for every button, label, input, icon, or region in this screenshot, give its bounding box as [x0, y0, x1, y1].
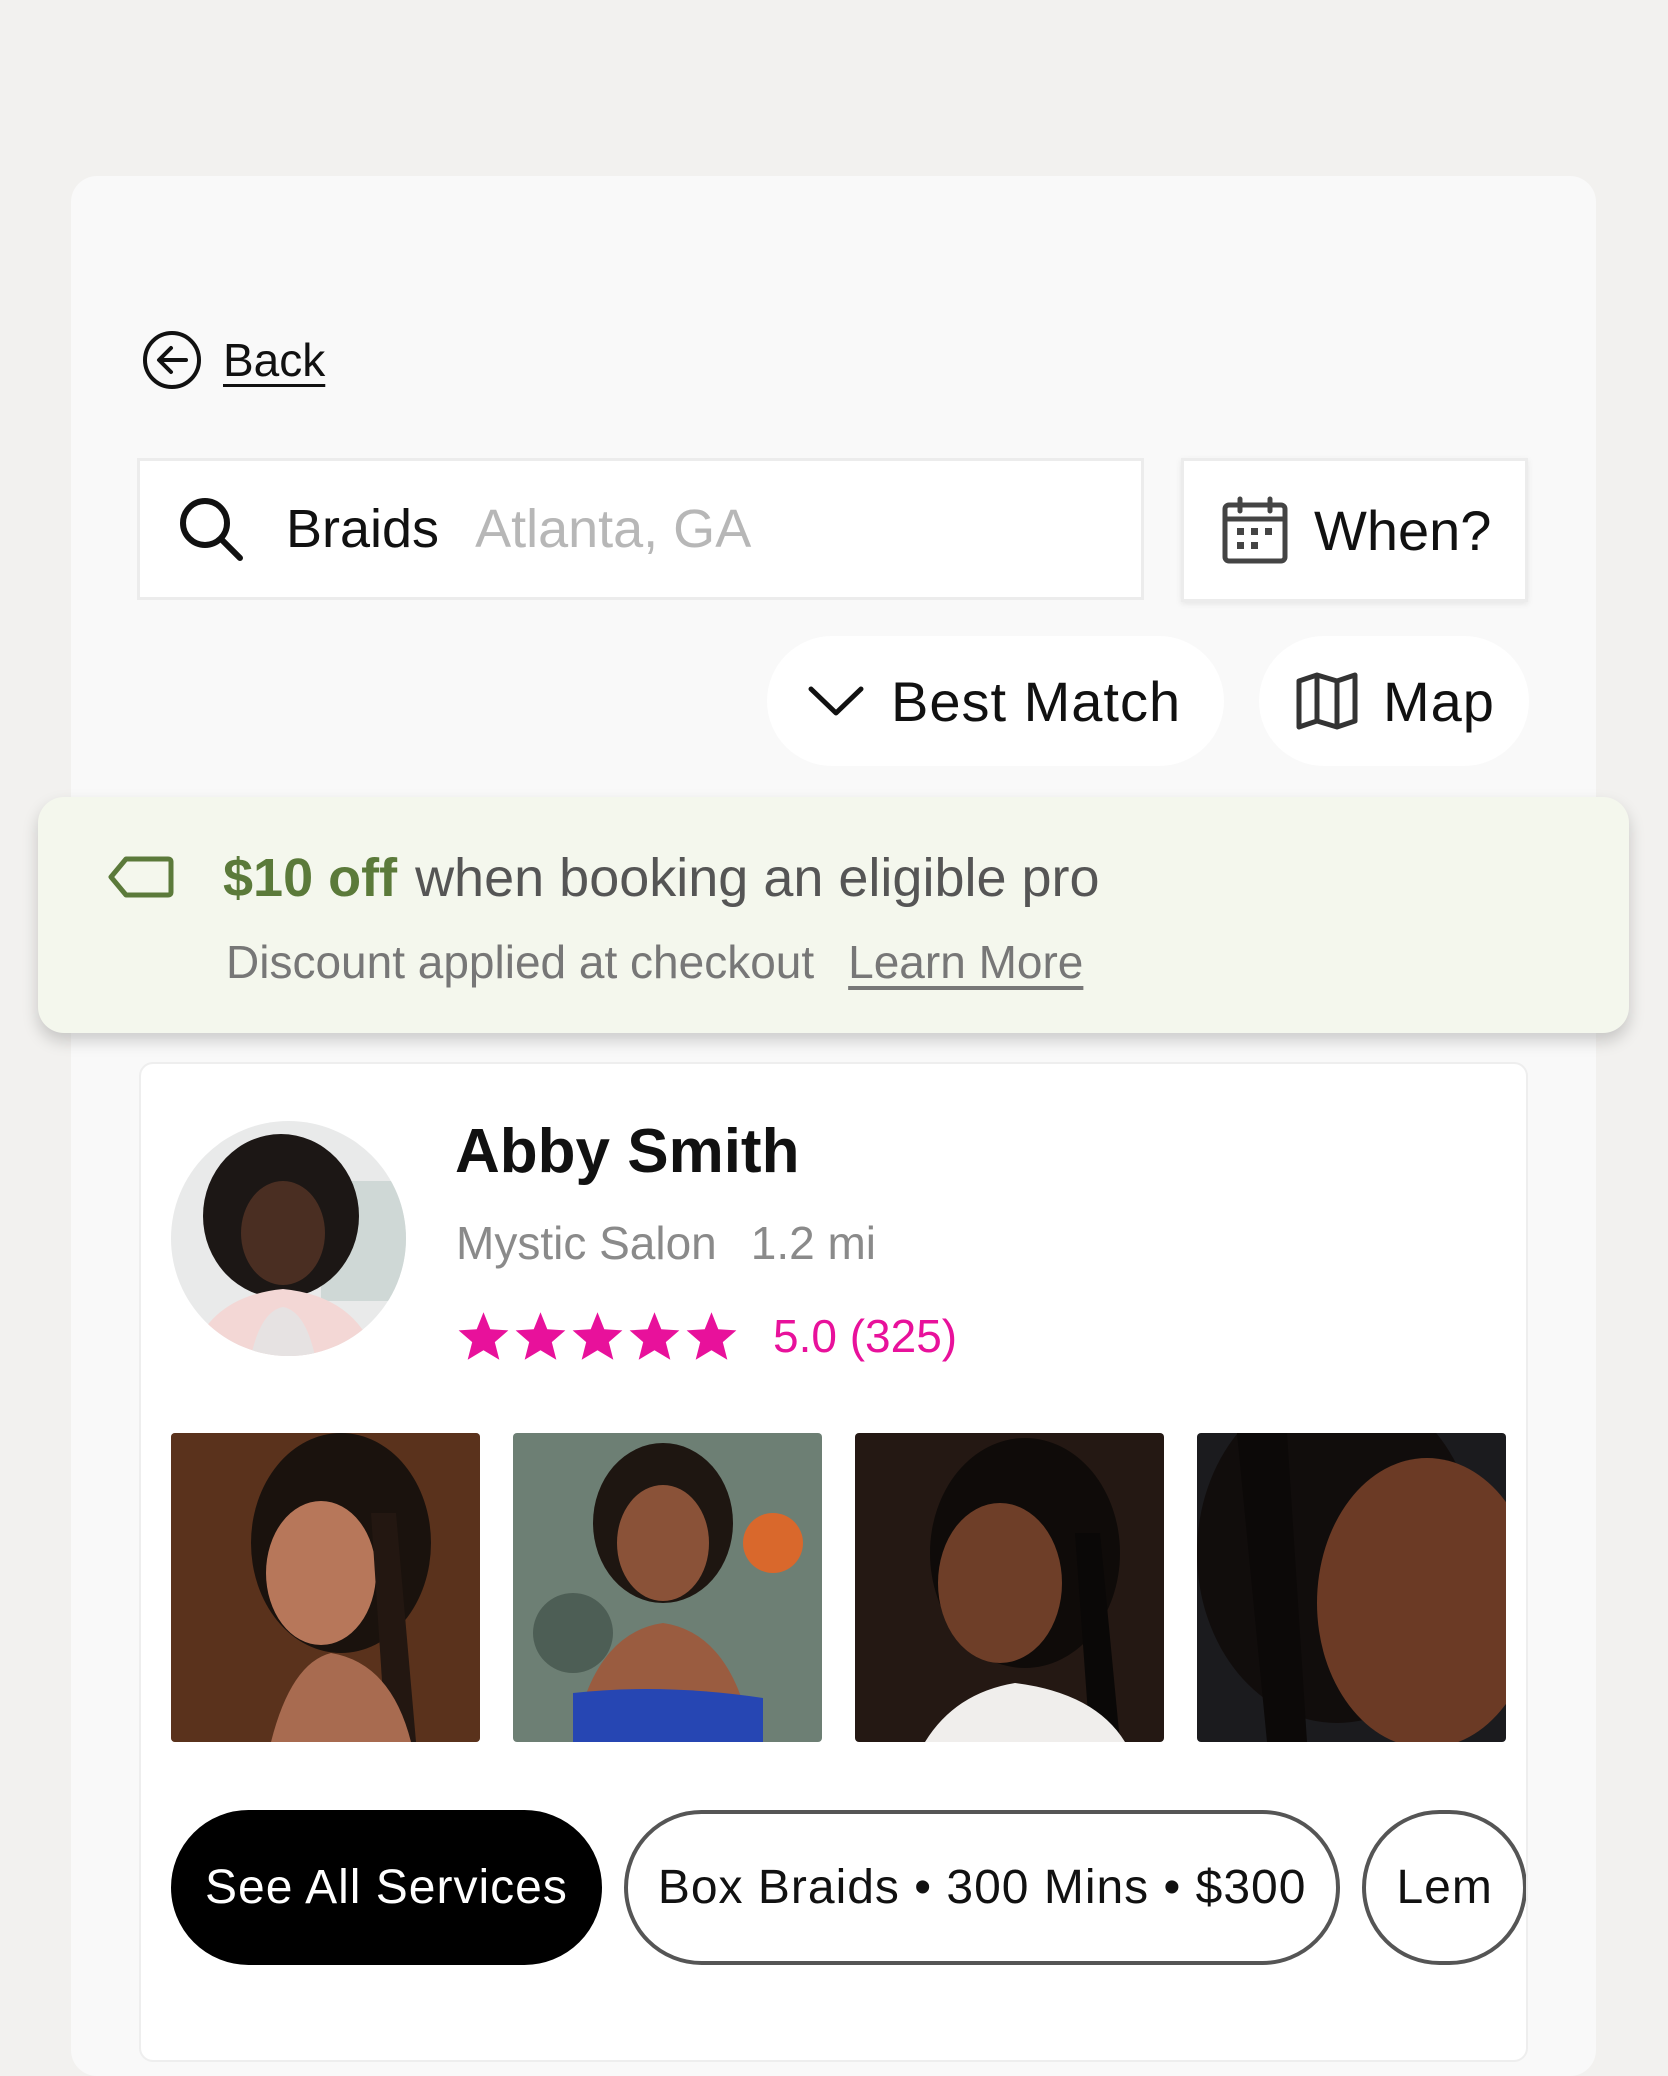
- discount-banner: $10 off when booking an eligible pro Disc…: [38, 797, 1629, 1033]
- back-label: Back: [223, 334, 326, 386]
- rating: 5.0 (325): [456, 1309, 957, 1363]
- discount-note-row: Discount applied at checkout Learn More: [226, 935, 1083, 989]
- star-icon: [572, 1312, 623, 1360]
- star-icon: [458, 1312, 509, 1360]
- learn-more-link[interactable]: Learn More: [848, 936, 1083, 988]
- rating-text: 5.0 (325): [773, 1310, 958, 1362]
- pro-meta: Mystic Salon 1.2 mi: [456, 1216, 876, 1270]
- sort-dropdown[interactable]: Best Match: [767, 636, 1224, 766]
- calendar-icon: [1222, 496, 1288, 564]
- service-chip[interactable]: Box Braids • 300 Mins • $300: [623, 1810, 1341, 1965]
- discount-note: Discount applied at checkout: [226, 936, 815, 988]
- portfolio-photo[interactable]: [855, 1433, 1164, 1742]
- avatar[interactable]: [171, 1121, 406, 1356]
- back-arrow-icon: [143, 331, 201, 389]
- service-chip[interactable]: Lem: [1362, 1810, 1526, 1965]
- map-button[interactable]: Map: [1259, 636, 1529, 766]
- search-term: Braids: [286, 499, 440, 559]
- discount-text: when booking an eligible pro: [415, 848, 1100, 908]
- search-icon: [180, 498, 243, 561]
- map-label: Map: [1383, 669, 1495, 733]
- pro-name[interactable]: Abby Smith: [455, 1116, 799, 1187]
- star-icon: [686, 1312, 737, 1360]
- portfolio-photo[interactable]: [513, 1433, 822, 1742]
- map-icon: [1296, 672, 1358, 730]
- discount-headline: $10 off when booking an eligible pro: [223, 847, 1100, 909]
- when-button[interactable]: When?: [1181, 458, 1528, 602]
- when-label: When?: [1314, 498, 1492, 562]
- tag-icon: [108, 856, 174, 898]
- see-all-services-button[interactable]: See All Services: [171, 1810, 602, 1965]
- salon-name: Mystic Salon: [456, 1217, 717, 1269]
- discount-amount: $10 off: [223, 848, 398, 908]
- portfolio-gallery: [171, 1433, 1506, 1742]
- pro-card[interactable]: Abby Smith Mystic Salon 1.2 mi 5.0 (325): [139, 1062, 1528, 2062]
- star-icon: [629, 1312, 680, 1360]
- distance: 1.2 mi: [750, 1217, 877, 1269]
- star-icon: [515, 1312, 566, 1360]
- sort-label: Best Match: [891, 669, 1182, 733]
- chevron-down-icon: [808, 686, 864, 716]
- search-location: Atlanta, GA: [475, 499, 752, 559]
- back-link[interactable]: Back: [141, 328, 325, 392]
- search-input[interactable]: Braids Atlanta, GA: [137, 458, 1144, 600]
- service-chips: See All Services Box Braids • 300 Mins •…: [171, 1810, 1526, 1965]
- star-rating: [456, 1310, 739, 1362]
- portfolio-photo[interactable]: [171, 1433, 480, 1742]
- portfolio-photo[interactable]: [1197, 1433, 1506, 1742]
